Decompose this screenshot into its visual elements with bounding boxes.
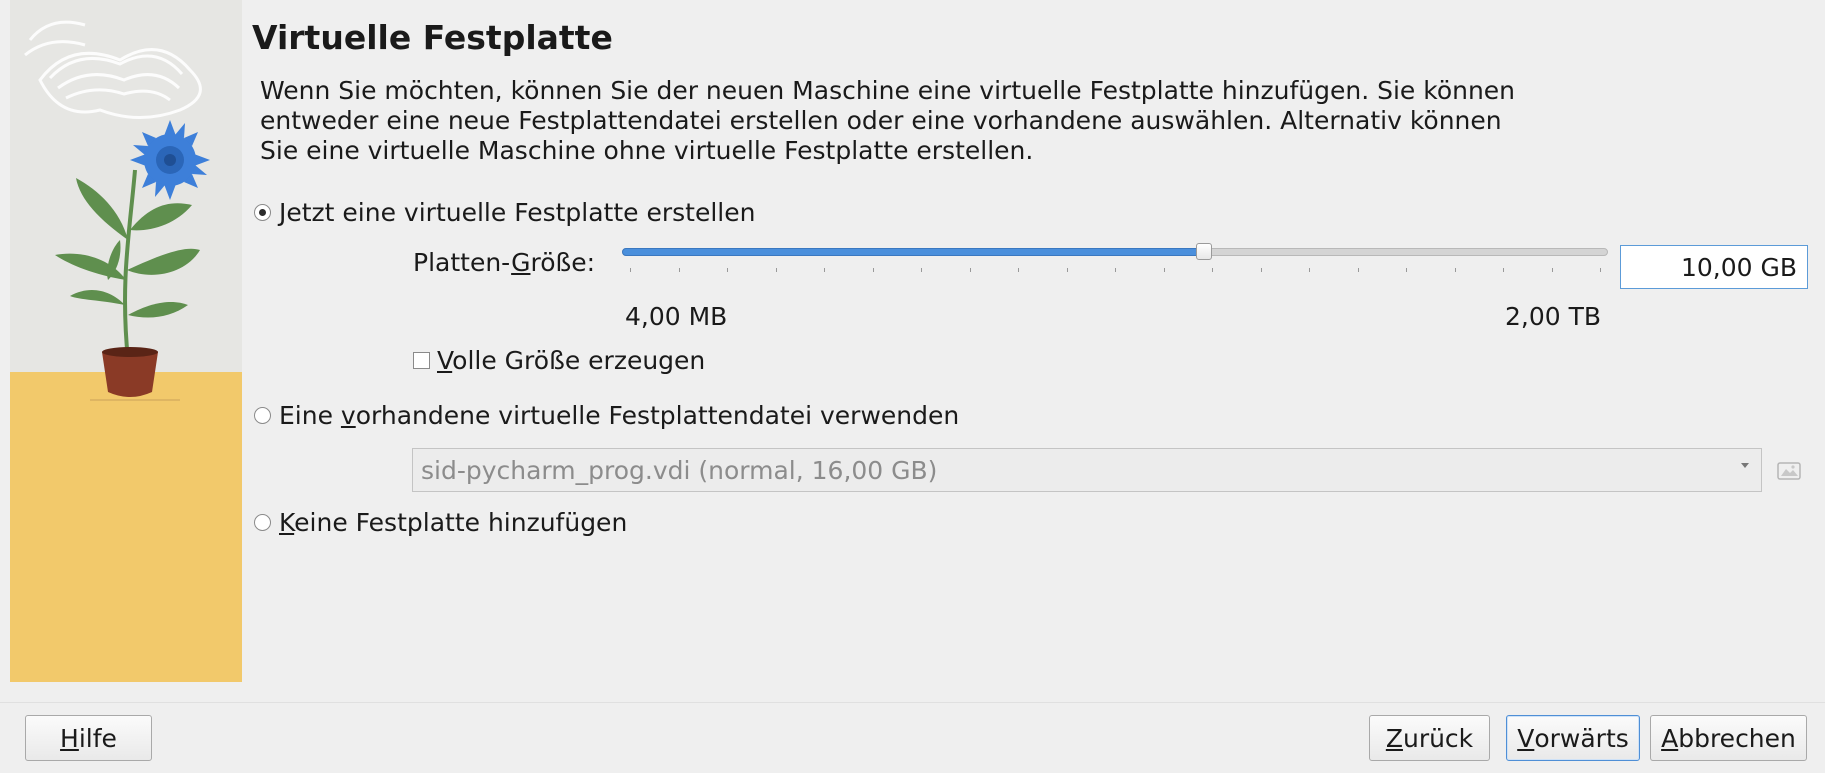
disk-size-slider[interactable] <box>622 242 1608 282</box>
disk-size-input[interactable] <box>1620 245 1808 289</box>
checkbox-full-size[interactable]: Volle Größe erzeugen <box>413 346 705 375</box>
mnemonic-letter: G <box>511 248 531 277</box>
combobox-selected-value: sid-pycharm_prog.vdi (normal, 16,00 GB) <box>421 455 938 485</box>
slider-tick <box>1600 268 1601 272</box>
label-text: orhandene virtuelle Festplattendatei ver… <box>355 400 960 430</box>
radio-create-new-disk-label: Jetzt eine virtuelle Festplatte erstelle… <box>279 198 755 227</box>
slider-tick <box>873 268 874 272</box>
slider-tick <box>1455 268 1456 272</box>
new-vm-wizard-window: Virtuelle Festplatte Wenn Sie möchten, k… <box>0 0 1825 773</box>
label-text: urück <box>1402 723 1474 753</box>
choose-disk-file-button[interactable] <box>1775 458 1803 484</box>
slider-fill <box>622 248 1204 256</box>
chevron-down-icon[interactable] <box>1741 463 1749 468</box>
radio-use-existing-disk-label: Eine vorhandene virtuelle Festplattendat… <box>279 401 959 430</box>
disk-size-max-label: 2,00 TB <box>1505 302 1602 331</box>
slider-tick <box>776 268 777 272</box>
slider-tick <box>1018 268 1019 272</box>
slider-tick <box>727 268 728 272</box>
radio-indicator[interactable] <box>254 513 271 531</box>
mnemonic-letter: H <box>60 723 79 753</box>
slider-tick <box>921 268 922 272</box>
mnemonic-letter: K <box>279 507 295 537</box>
label-text: Eine <box>279 400 341 430</box>
slider-tick <box>1212 268 1213 272</box>
slider-tick <box>1309 268 1310 272</box>
cancel-button[interactable]: Abbrechen <box>1650 715 1807 761</box>
slider-ticks <box>622 268 1608 274</box>
slider-tick <box>630 268 631 272</box>
mnemonic-letter: V <box>1517 723 1535 753</box>
label-text: ilfe <box>78 723 117 753</box>
slider-tick <box>1503 268 1504 272</box>
label-text: orwärts <box>1534 723 1629 753</box>
radio-use-existing-disk[interactable]: Eine vorhandene virtuelle Festplattendat… <box>254 398 959 432</box>
existing-disk-combobox[interactable]: sid-pycharm_prog.vdi (normal, 16,00 GB) <box>412 448 1762 492</box>
slider-tick <box>824 268 825 272</box>
folder-open-icon <box>1777 462 1801 480</box>
page-description: Wenn Sie möchten, können Sie der neuen M… <box>260 76 1516 165</box>
radio-no-disk[interactable]: Keine Festplatte hinzufügen <box>254 505 627 539</box>
wizard-side-illustration <box>10 0 242 682</box>
disk-size-label: Platten-Größe: <box>413 248 595 277</box>
radio-indicator[interactable] <box>254 406 271 424</box>
label-text: Platten- <box>413 248 512 277</box>
radio-create-new-disk[interactable]: Jetzt eine virtuelle Festplatte erstelle… <box>254 195 755 229</box>
label-text: eine Festplatte hinzufügen <box>294 507 628 537</box>
checkbox-full-size-label: Volle Größe erzeugen <box>437 346 705 375</box>
label-text: bbrechen <box>1678 723 1796 753</box>
label-text: olle Größe erzeugen <box>452 346 706 375</box>
back-button[interactable]: Zurück <box>1369 715 1490 761</box>
label-text: etzt eine virtuelle Festplatte erstellen <box>286 197 756 227</box>
page-title: Virtuelle Festplatte <box>252 18 613 57</box>
help-button[interactable]: Hilfe <box>25 715 152 761</box>
potted-flower-illustration <box>24 20 210 401</box>
checkbox-indicator[interactable] <box>413 352 430 369</box>
slider-tick <box>1164 268 1165 272</box>
disk-size-min-label: 4,00 MB <box>625 302 728 331</box>
slider-handle[interactable] <box>1196 243 1212 260</box>
label-text: röße: <box>530 248 596 277</box>
slider-tick <box>1115 268 1116 272</box>
slider-tick <box>1358 268 1359 272</box>
next-button[interactable]: Vorwärts <box>1506 715 1640 761</box>
mnemonic-letter: v <box>340 400 356 430</box>
slider-tick <box>1261 268 1262 272</box>
slider-tick <box>1406 268 1407 272</box>
radio-no-disk-label: Keine Festplatte hinzufügen <box>279 508 627 537</box>
radio-indicator[interactable] <box>254 203 271 221</box>
slider-tick <box>1552 268 1553 272</box>
mnemonic-letter: Z <box>1385 723 1403 753</box>
slider-tick <box>970 268 971 272</box>
mnemonic-letter: V <box>437 346 453 375</box>
slider-tick <box>679 268 680 272</box>
slider-tick <box>1067 268 1068 272</box>
mnemonic-letter: A <box>1661 723 1679 753</box>
